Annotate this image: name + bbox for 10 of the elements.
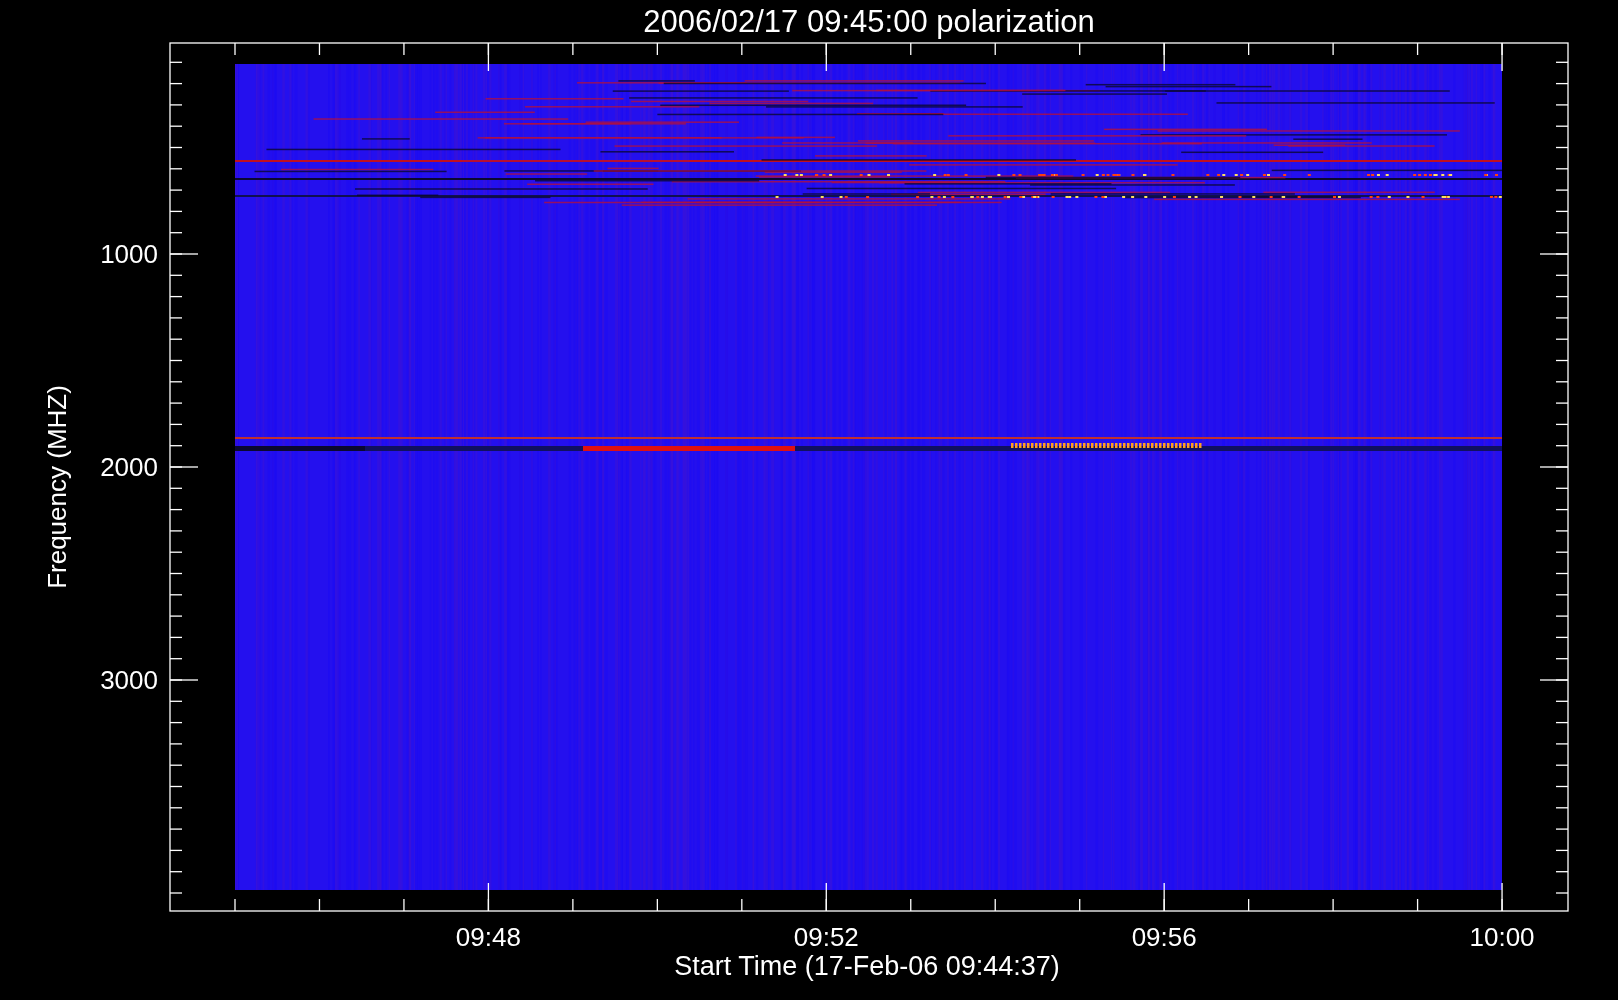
y-tick-label: 1000 xyxy=(100,239,158,269)
plot-title: 2006/02/17 09:45:00 polarization xyxy=(643,4,1095,39)
x-tick-label: 10:00 xyxy=(1469,922,1535,952)
y-tick-label: 2000 xyxy=(100,452,158,482)
x-axis-label: Start Time (17-Feb-06 09:44:37) xyxy=(674,951,1060,981)
y-axis-label: Frequency (MHZ) xyxy=(42,385,72,589)
x-tick-label: 09:52 xyxy=(793,922,859,952)
x-tick-label: 09:48 xyxy=(455,922,521,952)
y-tick-label: 3000 xyxy=(100,665,158,695)
x-tick-label: 09:56 xyxy=(1131,922,1197,952)
